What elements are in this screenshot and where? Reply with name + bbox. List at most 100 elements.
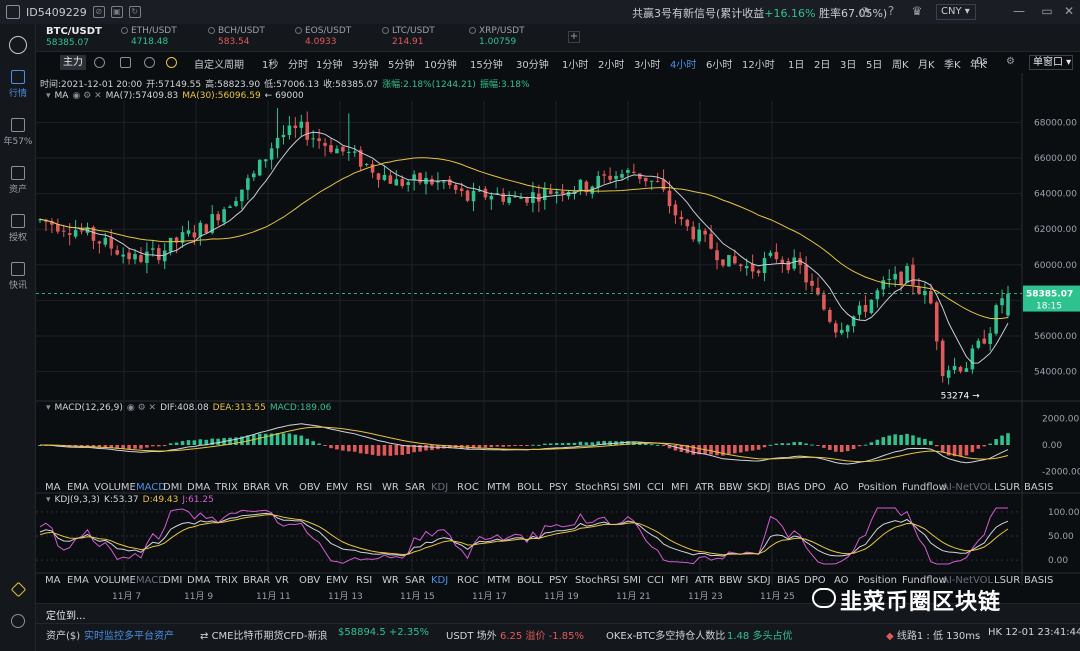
indicator-tab[interactable]: StochRSI (575, 575, 619, 586)
custom-period-button[interactable]: 自定义周期 (194, 56, 244, 71)
indicator-tab[interactable]: MTM (487, 482, 510, 493)
indicator-tab[interactable]: OBV (299, 575, 320, 586)
close-icon[interactable]: ✕ (1062, 4, 1076, 18)
period-item[interactable]: 周K (892, 56, 909, 71)
sidebar-item-news[interactable]: 快讯 (0, 262, 36, 291)
alert-icon[interactable] (166, 57, 177, 68)
bell-icon[interactable]: ◔ (858, 4, 872, 18)
indicator-tab[interactable]: ROC (457, 482, 479, 493)
currency-select[interactable]: CNY ▾ (936, 4, 976, 20)
period-item[interactable]: 分时 (288, 56, 308, 71)
indicator-tab[interactable]: BBW (719, 575, 742, 586)
indicator-tab[interactable]: KDJ (431, 482, 448, 493)
lock-icon[interactable]: ▣ (110, 6, 123, 18)
indicator-tab[interactable]: ATR (695, 482, 714, 493)
chart-area[interactable]: 68000.00 66000.00 64000.00 62000.00 60000.00… (36, 73, 1080, 603)
indicator-tab[interactable]: SKDJ (747, 482, 771, 493)
period-item[interactable]: 5分钟 (388, 56, 414, 71)
layout-select[interactable]: 单窗口 ▾ (1029, 55, 1073, 70)
indicator-tab[interactable]: BIAS (777, 575, 800, 586)
indicator-tab[interactable]: KDJ (431, 575, 448, 586)
period-item[interactable]: 15分钟 (470, 56, 503, 71)
indicator-tab[interactable]: EMV (326, 575, 348, 586)
indicator-tab[interactable]: BASIS (1024, 575, 1053, 586)
indicator-tab[interactable]: MA (45, 575, 60, 586)
indicator-tab[interactable]: MA (45, 482, 60, 493)
indicator-tab[interactable]: EMA (67, 482, 89, 493)
indicator-tab[interactable]: VOLUME (94, 575, 136, 586)
period-item[interactable]: 1分钟 (316, 56, 342, 71)
indicator-tab[interactable]: SAR (405, 575, 425, 586)
indicator-tab[interactable]: WR (382, 575, 399, 586)
period-item[interactable]: 季K (944, 56, 961, 71)
sidebar-item-assets[interactable]: 资产 (0, 166, 36, 195)
goto-button[interactable]: 定位到... (46, 607, 86, 622)
okex-ratio[interactable]: OKEx-BTC多空持仓人数比 (606, 627, 725, 642)
period-item[interactable]: 6小时 (706, 56, 732, 71)
indicator-tab[interactable]: TRIX (215, 482, 238, 493)
indicator-tab[interactable]: PSY (549, 575, 568, 586)
period-item[interactable]: 3小时 (634, 56, 660, 71)
period-item[interactable]: 30分钟 (516, 56, 549, 71)
indicator-tab[interactable]: Position (858, 482, 897, 493)
indicator-tab[interactable]: EMV (326, 482, 348, 493)
settings-gear-icon[interactable] (94, 57, 105, 68)
usdt-otc[interactable]: USDT 场外 (446, 627, 497, 642)
indicator-tab[interactable]: SKDJ (747, 575, 771, 586)
minimize-icon[interactable]: — (1012, 4, 1026, 18)
indicator-tab[interactable]: Fundflow (902, 482, 947, 493)
period-item[interactable]: 12小时 (742, 56, 775, 71)
chart-settings-icon[interactable]: ⚙ (1006, 56, 1015, 67)
candlestick-chart[interactable]: 68000.00 66000.00 64000.00 62000.00 60000.00… (36, 73, 1080, 603)
period-item[interactable]: 1秒 (262, 56, 278, 71)
sidebar-item-strategy[interactable]: 年57% (0, 118, 36, 147)
indicator-tab[interactable]: PSY (549, 482, 568, 493)
indicator-tab[interactable]: SAR (405, 482, 425, 493)
indicator-tab[interactable]: MACD (136, 482, 166, 493)
indicator-tab[interactable]: DPO (804, 482, 826, 493)
indicator-tab[interactable]: VR (275, 575, 289, 586)
indicator-tab[interactable]: SMI (623, 575, 641, 586)
period-item[interactable]: 4小时 (670, 56, 696, 71)
indicator-tab[interactable]: MFI (671, 575, 688, 586)
indicator-tab[interactable]: VOLUME (94, 482, 136, 493)
clock-icon[interactable] (144, 57, 155, 68)
shirt-icon[interactable]: ♛ (910, 4, 924, 18)
indicator-tab[interactable]: SMI (623, 482, 641, 493)
hide-icon[interactable]: ⊘ (92, 6, 105, 18)
eye-icon[interactable] (120, 57, 131, 68)
help-icon[interactable]: ? (884, 4, 898, 18)
main-force-button[interactable]: 主力 (60, 55, 86, 70)
monitor-link[interactable]: 实时监控多平台资产 (84, 627, 174, 642)
indicator-tab[interactable]: TRIX (215, 575, 238, 586)
indicator-tab[interactable]: BRAR (243, 575, 270, 586)
indicator-tab[interactable]: MTM (487, 575, 510, 586)
sidebar-item-auth[interactable]: 授权 (0, 214, 36, 243)
period-item[interactable]: 1小时 (562, 56, 588, 71)
period-item[interactable]: 10分钟 (424, 56, 457, 71)
indicator-tab[interactable]: AI-NetVOL (942, 482, 993, 493)
indicator-tab[interactable]: StochRSI (575, 482, 619, 493)
symbol-tab-bch[interactable]: BCH/USDT 583.54 (208, 26, 265, 47)
indicator-tab[interactable]: DMA (187, 575, 210, 586)
network-line[interactable]: ◆ 线路1 : 低 130ms (886, 627, 980, 642)
indicator-tab[interactable]: AO (834, 482, 849, 493)
indicator-tab[interactable]: OBV (299, 482, 320, 493)
indicator-tab[interactable]: VR (275, 482, 289, 493)
indicator-tab[interactable]: ATR (695, 575, 714, 586)
period-item[interactable]: 2日 (814, 56, 830, 71)
indicator-tab[interactable]: DMI (163, 482, 182, 493)
indicator-tab[interactable]: BRAR (243, 482, 270, 493)
indicator-tab[interactable]: CCI (647, 482, 664, 493)
add-symbol-button[interactable]: + (568, 31, 580, 43)
symbol-tab-eos[interactable]: EOS/USDT 4.0933 (295, 26, 351, 47)
indicator-tab[interactable]: RSI (356, 482, 372, 493)
indicator-tab[interactable]: BASIS (1024, 482, 1053, 493)
signal-notice[interactable]: 共赢3号有新信号(累计收益+16.16% 胜率67.05%) (632, 5, 887, 21)
indicator-tab[interactable]: BIAS (777, 482, 800, 493)
indicator-tab[interactable]: DMI (163, 575, 182, 586)
period-item[interactable]: 3分钟 (352, 56, 378, 71)
sidebar-logo-icon[interactable] (0, 36, 36, 56)
settings-icon[interactable] (0, 614, 36, 630)
indicator-tab[interactable]: BBW (719, 482, 742, 493)
